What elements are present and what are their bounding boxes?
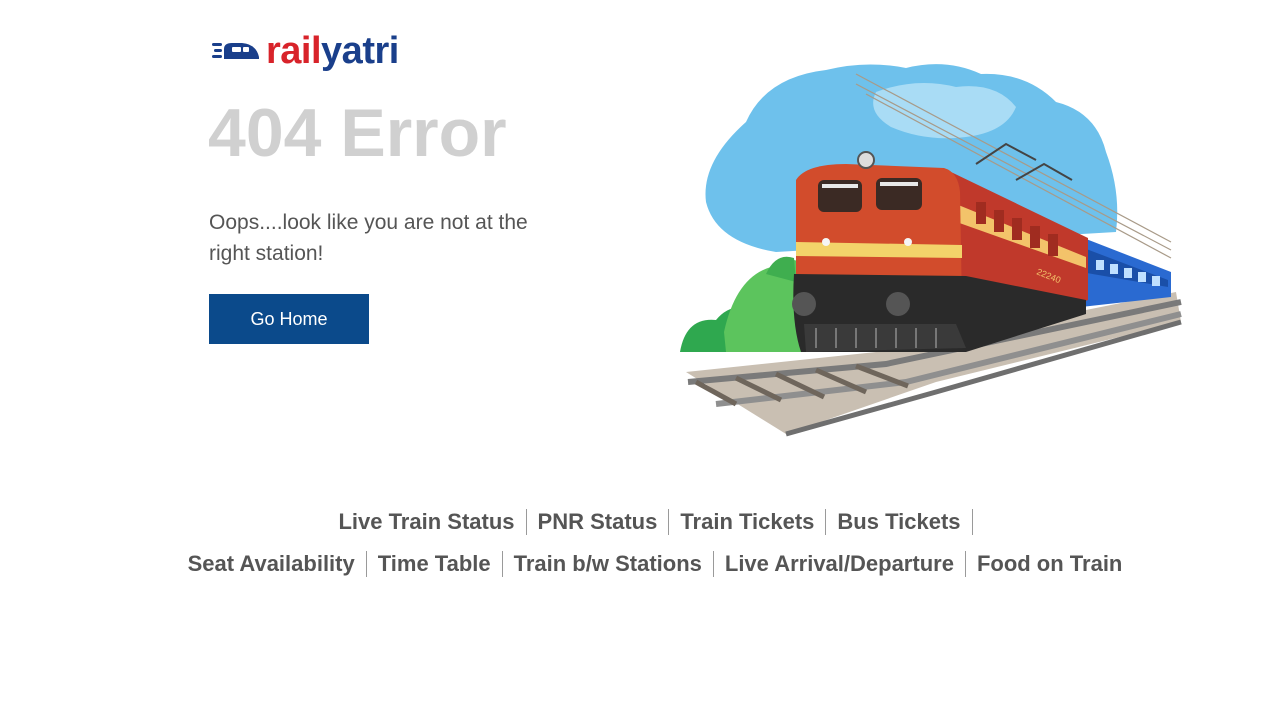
train-logo-icon [212, 43, 259, 59]
footer-link-train-tickets[interactable]: Train Tickets [669, 508, 825, 536]
railyatri-logo[interactable]: railyatri [212, 32, 399, 70]
brand-name-rail: rail [266, 30, 322, 72]
brand-name: railyatri [266, 32, 399, 70]
page-title: 404 Error [208, 95, 507, 171]
brand-name-yatri: yatri [321, 30, 399, 72]
footer-link-bus-tickets[interactable]: Bus Tickets [826, 508, 971, 536]
footer-link-time-table[interactable]: Time Table [367, 550, 502, 578]
footer-link-live-arrival-departure[interactable]: Live Arrival/Departure [714, 550, 965, 578]
footer-links-row-1: Live Train Status PNR Status Train Ticke… [0, 508, 1280, 536]
footer-link-pnr-status[interactable]: PNR Status [527, 508, 669, 536]
train-illustration-icon: 22240 [680, 64, 1182, 437]
footer-link-train-between-stations[interactable]: Train b/w Stations [503, 550, 713, 578]
error-message: Oops....look like you are not at the rig… [209, 211, 528, 265]
footer-links-row-2: Seat Availability Time Table Train b/w S… [0, 550, 1280, 578]
footer-link-food-on-train[interactable]: Food on Train [966, 550, 1133, 578]
go-home-button[interactable]: Go Home [209, 294, 369, 344]
footer-link-live-train-status[interactable]: Live Train Status [327, 508, 525, 536]
divider [971, 509, 973, 535]
footer-link-seat-availability[interactable]: Seat Availability [177, 550, 366, 578]
